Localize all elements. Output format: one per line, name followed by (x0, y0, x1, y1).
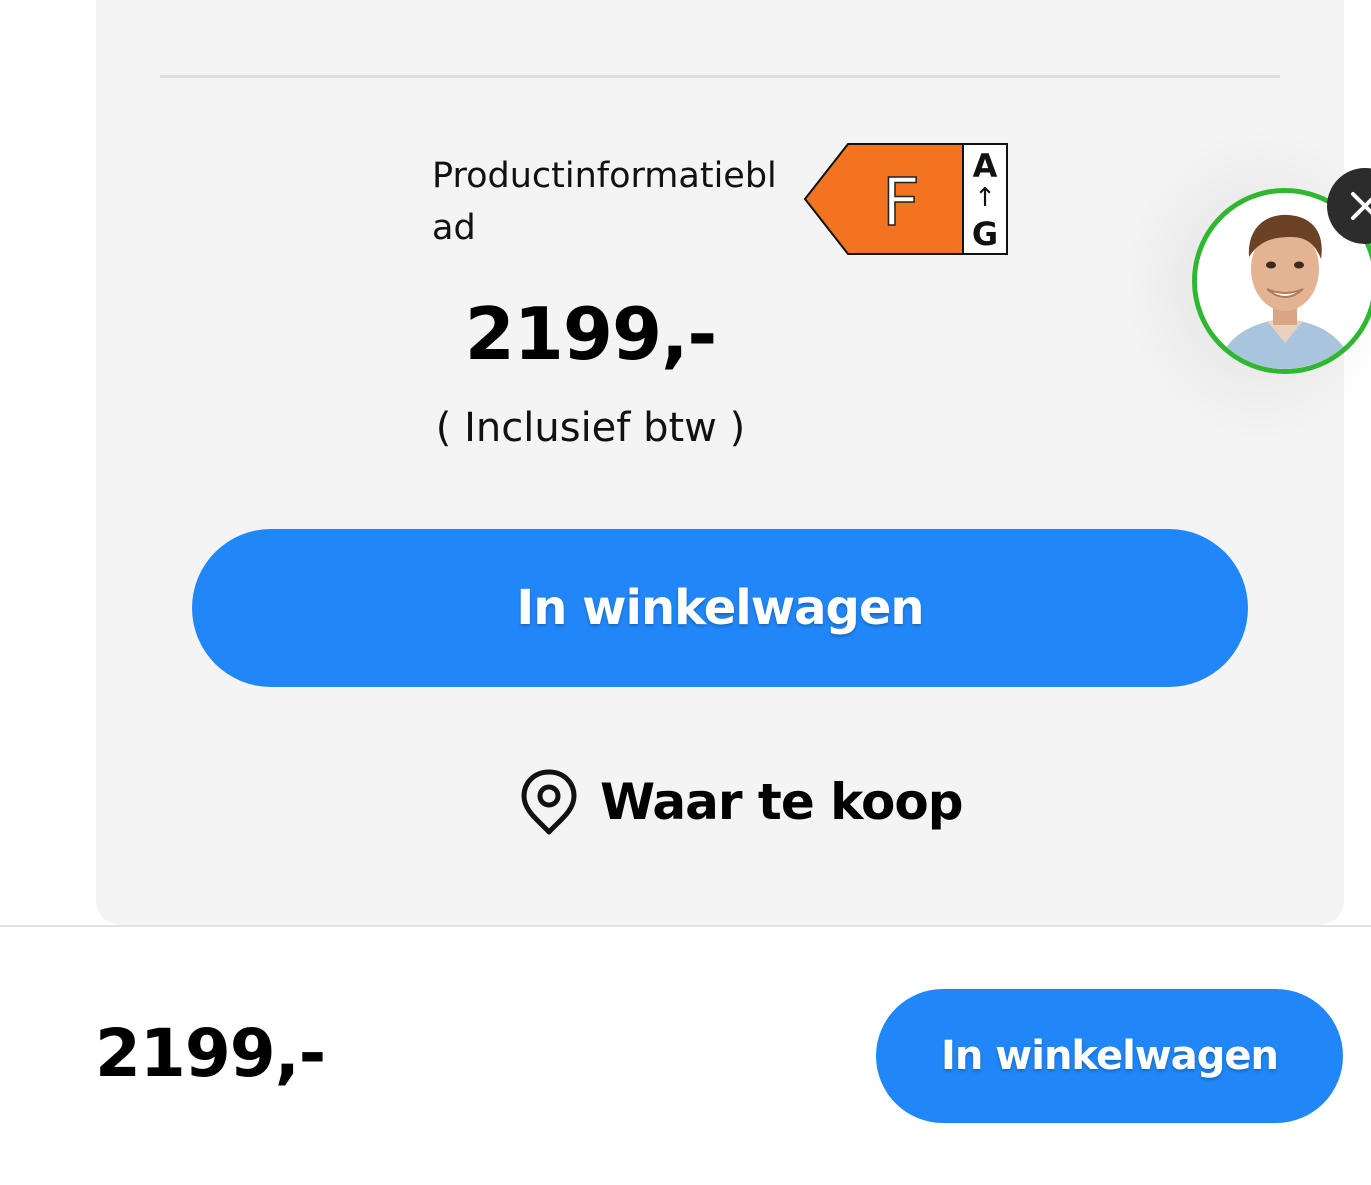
product-info-sheet-link[interactable]: Productinformatieblad (432, 150, 792, 254)
energy-class: F (882, 164, 920, 241)
sticky-add-to-cart-button[interactable]: In winkelwagen (876, 989, 1343, 1123)
energy-scale-arrow: ↑ (974, 183, 996, 213)
where-to-buy-link[interactable]: Waar te koop (520, 762, 964, 842)
energy-scale-bottom: G (972, 215, 998, 253)
energy-label-icon: F A ↑ G (803, 143, 1008, 255)
location-pin-icon (521, 769, 577, 835)
energy-scale-top: A (973, 147, 998, 185)
product-page: Productinformatieblad F A ↑ G 2199,- ( I… (0, 0, 1371, 1185)
add-to-cart-button[interactable]: In winkelwagen (192, 529, 1248, 687)
close-icon (1351, 192, 1371, 220)
where-to-buy-label: Waar te koop (600, 773, 964, 831)
sticky-price: 2199,- (95, 1015, 326, 1092)
divider (160, 75, 1280, 78)
sticky-purchase-bar: 2199,- In winkelwagen (0, 925, 1371, 1185)
energy-label-badge[interactable]: F A ↑ G (803, 143, 1008, 255)
